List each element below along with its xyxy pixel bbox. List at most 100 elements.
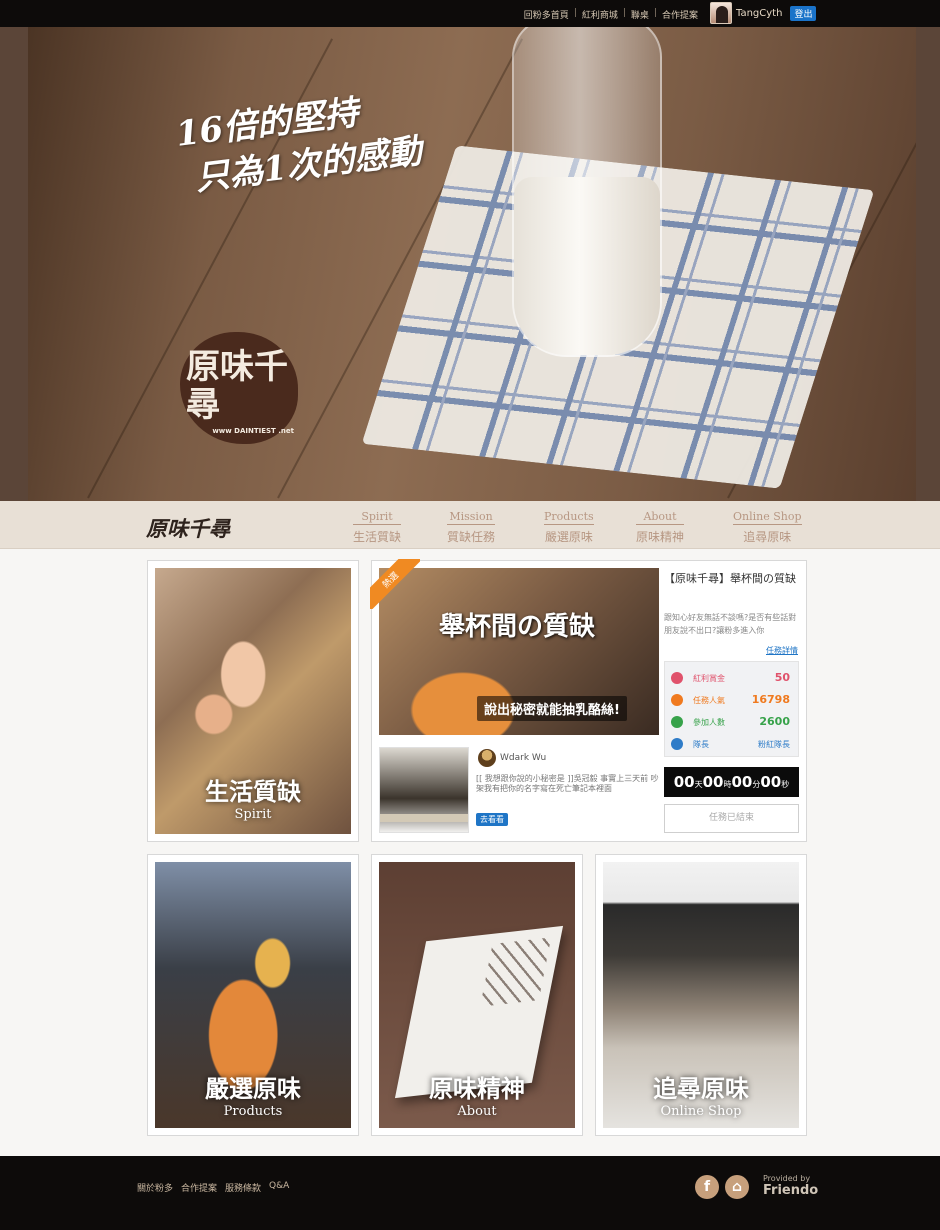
nav-item-online-shop[interactable]: Online Shop 追尋原味 — [733, 510, 802, 545]
footer-link-qa[interactable]: Q&A — [269, 1181, 289, 1194]
spirit-card[interactable]: 生活質缺 Spirit — [147, 560, 359, 842]
hot-ribbon: 熱選 — [370, 559, 420, 609]
footer-link-about[interactable]: 關於粉多 — [137, 1181, 173, 1194]
go-see-button[interactable]: 去看看 — [476, 813, 508, 826]
mission-description: 跟知心好友無話不談嗎?是否有些話對朋友說不出口?讓粉多進入你 — [664, 613, 797, 635]
nav-label-zh: 生活質缺 — [353, 530, 402, 544]
seal-text: 原味千尋 — [186, 347, 288, 425]
user-menu: TangCyth 登出 — [710, 2, 817, 24]
about-photo: 原味精神 About — [379, 862, 575, 1128]
feed-username[interactable]: Wdark Wu — [500, 753, 546, 763]
top-link-bonus-mall[interactable]: 紅利商城 — [582, 8, 618, 21]
username[interactable]: TangCyth — [736, 8, 782, 19]
card-title-zh: 追尋原味 — [653, 1074, 749, 1103]
card-title-zh: 嚴選原味 — [205, 1074, 301, 1103]
thumb-strip — [380, 814, 468, 822]
top-links: 回粉多首頁 | 紅利商城 | 聯桌 | 合作提案 — [524, 8, 698, 21]
products-card[interactable]: 嚴選原味 Products — [147, 854, 359, 1136]
card-caption: 原味精神 About — [379, 1069, 575, 1119]
footer-link-cooperation[interactable]: 合作提案 — [181, 1181, 217, 1194]
nav-label-en: Mission — [447, 510, 496, 525]
brand-seal-logo: 原味千尋 www DAINTIEST .net — [180, 332, 298, 444]
nav-label-en: About — [636, 510, 685, 525]
spirit-photo: 生活質缺 Spirit — [155, 568, 351, 834]
top-bar: 回粉多首頁 | 紅利商城 | 聯桌 | 合作提案 TangCyth 登出 — [0, 0, 940, 27]
mission-ended-button[interactable]: 任務已結束 — [664, 804, 799, 833]
heart-icon — [671, 672, 683, 684]
countdown-hours: 00 — [702, 773, 724, 791]
provided-by: Provided by Friendo — [763, 1174, 818, 1198]
brand-logo[interactable]: 原味千尋 — [146, 513, 230, 543]
thumbs-up-icon — [671, 694, 683, 706]
promo-subtitle: 說出秘密就能抽乳酪絲! — [477, 696, 627, 721]
stat-label: 任務人氣 — [693, 696, 725, 705]
stat-value: 50 — [774, 671, 790, 684]
separator: | — [653, 8, 657, 18]
logout-button[interactable]: 登出 — [790, 5, 817, 21]
feed-text: [[ 我想跟你說的小秘密是 ]]吳冠毅 事實上三天前 吵架我有把你的名字寫在死亡… — [476, 774, 659, 793]
countdown-minutes: 00 — [731, 773, 753, 791]
mission-promo-image[interactable]: 舉杯間の質缺 說出秘密就能抽乳酪絲! — [379, 568, 659, 735]
nav-label-zh: 質缺任務 — [447, 530, 496, 544]
card-caption: 嚴選原味 Products — [155, 1069, 351, 1119]
stat-label: 紅利賞金 — [693, 674, 725, 683]
unit-seconds: 秒 — [781, 780, 790, 789]
card-title-en: Products — [223, 1104, 283, 1119]
top-link-home[interactable]: 回粉多首頁 — [524, 8, 569, 21]
card-title-zh: 原味精神 — [429, 1074, 525, 1103]
nav-item-mission[interactable]: Mission 質缺任務 — [447, 510, 496, 545]
card-title-en: Spirit — [234, 807, 272, 822]
mission-card: 舉杯間の質缺 說出秘密就能抽乳酪絲! 熱選 Wdark Wu [[ 我想跟你說的… — [370, 559, 807, 842]
nav-label-en: Online Shop — [733, 510, 802, 525]
nav-item-products[interactable]: Products 嚴選原味 — [544, 510, 594, 545]
stat-value[interactable]: 粉紅隊長 — [758, 739, 790, 750]
stat-value: 16798 — [751, 693, 790, 706]
unit-days: 天 — [694, 780, 703, 789]
card-caption: 生活質缺 Spirit — [155, 772, 351, 822]
milk-image — [514, 177, 660, 355]
hero-slogan: 16倍的堅持 只為1次的感動 — [173, 83, 424, 204]
nav-label-en: Products — [544, 510, 594, 525]
footer-links: 關於粉多 合作提案 服務條款 Q&A — [137, 1181, 289, 1194]
friendo-logo[interactable]: Friendo — [763, 1183, 818, 1198]
stat-captain: 隊長 粉紅隊長 — [665, 734, 798, 755]
countdown-seconds: 00 — [760, 773, 782, 791]
hero-banner: 16倍的堅持 只為1次的感動 原味千尋 www DAINTIEST .net — [28, 27, 916, 501]
separator: | — [573, 8, 577, 18]
home-icon[interactable]: ⌂ — [725, 1175, 749, 1199]
participants-icon — [671, 716, 683, 728]
feed-thumbnail[interactable] — [379, 747, 469, 833]
top-link-table[interactable]: 聯桌 — [631, 8, 649, 21]
countdown-days: 00 — [673, 773, 695, 791]
online-shop-card[interactable]: 追尋原味 Online Shop — [595, 854, 807, 1136]
about-card[interactable]: 原味精神 About — [371, 854, 583, 1136]
card-title-en: Online Shop — [660, 1104, 742, 1119]
mission-title: 【原味千尋】舉杯間の質缺 — [664, 572, 796, 585]
seal-url: www DAINTIEST .net — [212, 427, 294, 435]
separator: | — [622, 8, 626, 18]
card-title-zh: 生活質缺 — [205, 777, 301, 806]
facebook-icon[interactable]: f — [695, 1175, 719, 1199]
nav-item-spirit[interactable]: Spirit 生活質缺 — [353, 510, 402, 545]
user-avatar-icon[interactable] — [478, 749, 496, 767]
captain-icon — [671, 738, 683, 750]
nav-label-zh: 追尋原味 — [743, 530, 792, 544]
stat-label: 隊長 — [693, 740, 709, 749]
ribbon-label: 熱選 — [370, 559, 420, 609]
footer: 關於粉多 合作提案 服務條款 Q&A f ⌂ Provided by Frien… — [0, 1156, 940, 1230]
nav-label-en: Spirit — [353, 510, 402, 525]
feed-user: Wdark Wu — [478, 749, 546, 767]
online-shop-photo: 追尋原味 Online Shop — [603, 862, 799, 1128]
top-link-cooperation[interactable]: 合作提案 — [662, 8, 698, 21]
countdown-timer: 00天00時00分00秒 — [664, 767, 799, 797]
nav-label-zh: 嚴選原味 — [544, 530, 593, 544]
unit-hours: 時 — [723, 780, 732, 789]
stat-label: 參加人數 — [693, 718, 725, 727]
nav-label-zh: 原味精神 — [636, 530, 685, 544]
footer-link-terms[interactable]: 服務條款 — [225, 1181, 261, 1194]
avatar[interactable] — [710, 2, 732, 24]
nav-item-about[interactable]: About 原味精神 — [636, 510, 685, 545]
card-title-en: About — [457, 1104, 497, 1119]
mission-detail-link[interactable]: 任務詳情 — [766, 645, 798, 656]
stat-popularity: 任務人氣 16798 — [665, 690, 798, 711]
